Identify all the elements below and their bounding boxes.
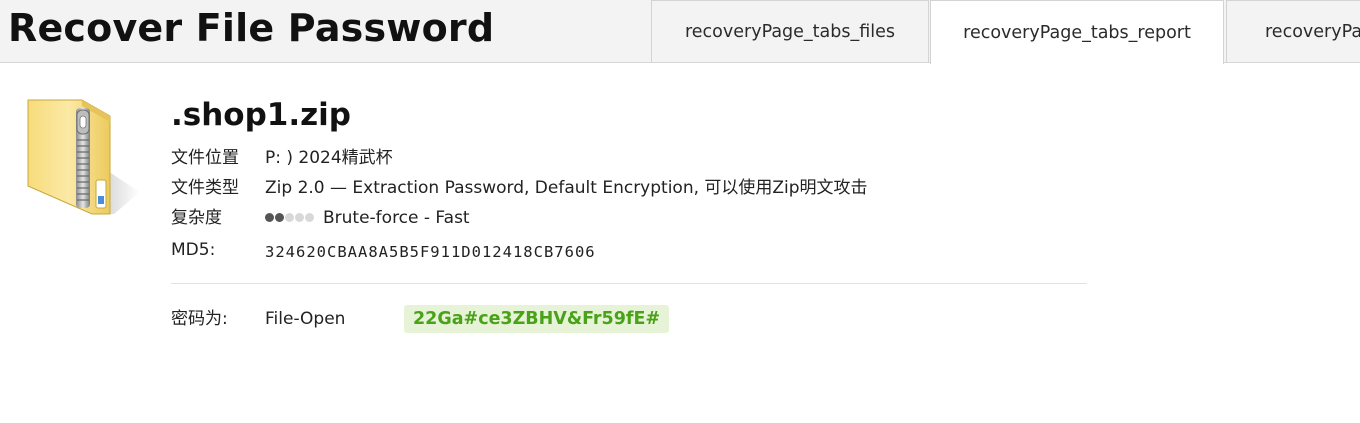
password-type: File-Open [265, 309, 346, 329]
tab-third[interactable]: recoveryPage_tabs_ [1226, 0, 1360, 62]
password-label: 密码为: [171, 309, 228, 329]
complexity-row: 复杂度 Brute-force - Fast [171, 205, 771, 231]
complexity-dot [295, 212, 304, 222]
complexity-value-wrap: Brute-force - Fast [265, 205, 470, 231]
page-title: Recover File Password [8, 6, 495, 50]
complexity-dot [265, 212, 274, 222]
tab-third-label: recoveryPage_tabs_ [1265, 21, 1360, 42]
password-value[interactable]: 22Ga#ce3ZBHV&Fr59fE# [404, 305, 670, 333]
complexity-label: 复杂度 [171, 208, 222, 228]
tab-files-label: recoveryPage_tabs_files [684, 21, 896, 42]
file-location-value: P: ) 2024精武杯 [265, 148, 393, 168]
zip-folder-icon [22, 96, 144, 220]
tab-files[interactable]: recoveryPage_tabs_files [651, 0, 929, 62]
complexity-rating [265, 204, 315, 230]
file-type-label: 文件类型 [171, 178, 239, 198]
complexity-dot [275, 212, 284, 222]
md5-value[interactable]: 324620CBAA8A5B5F911D012418CB7606 [265, 239, 596, 265]
file-location-label: 文件位置 [171, 148, 239, 168]
file-name: .shop1.zip [171, 97, 351, 133]
header-bar: Recover File Password recoveryPage_tabs_… [0, 0, 1360, 64]
tab-report[interactable]: recoveryPage_tabs_report [930, 0, 1224, 64]
file-type-value: Zip 2.0 — Extraction Password, Default E… [265, 178, 868, 198]
complexity-dot [305, 212, 314, 222]
md5-row: MD5: 324620CBAA8A5B5F911D012418CB7606 [171, 237, 871, 263]
file-type-row: 文件类型 Zip 2.0 — Extraction Password, Defa… [171, 175, 1071, 201]
divider [171, 283, 1087, 284]
tab-report-label: recoveryPage_tabs_report [963, 22, 1191, 43]
complexity-dot [285, 212, 294, 222]
complexity-value: Brute-force - Fast [323, 208, 470, 228]
md5-label: MD5: [171, 240, 216, 260]
file-location-row: 文件位置 P: ) 2024精武杯 [171, 145, 771, 171]
